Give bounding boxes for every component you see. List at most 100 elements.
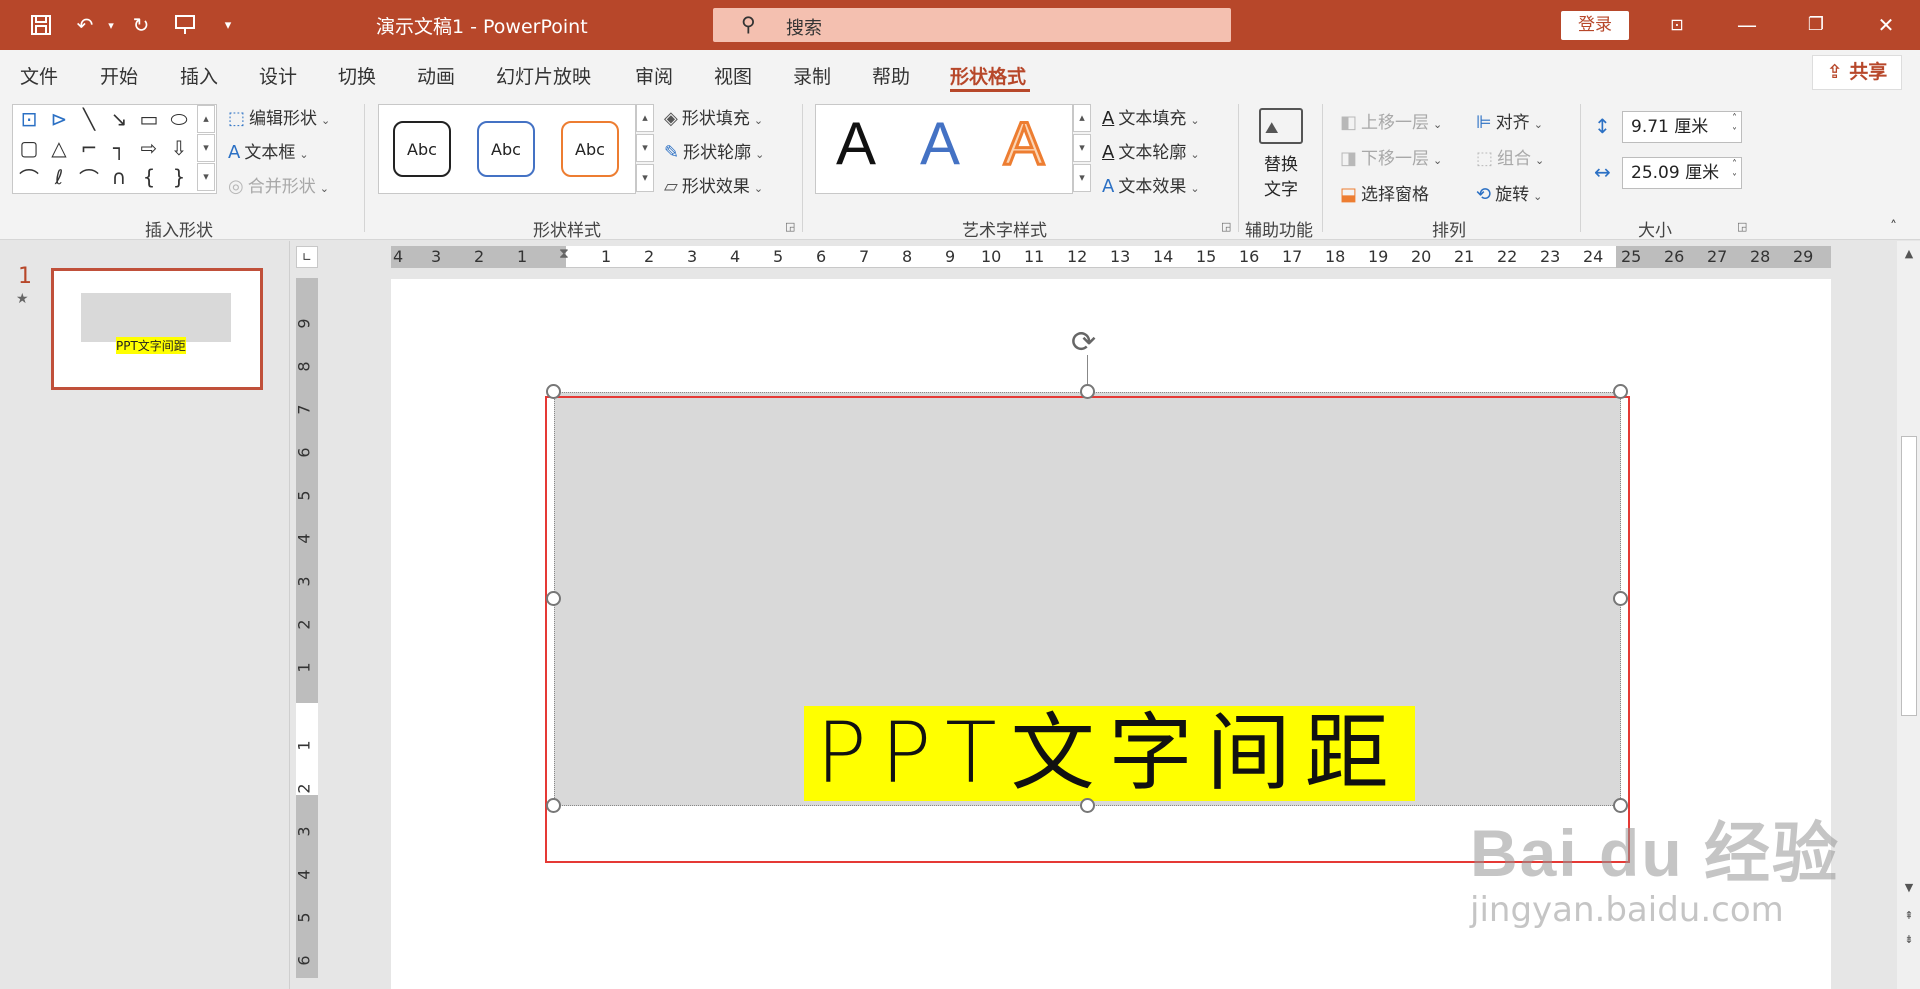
- search-input[interactable]: ⚲ 搜索: [713, 8, 1231, 42]
- customize-icon[interactable]: ▾: [213, 10, 243, 40]
- right-arrow-shape-icon[interactable]: ⇨: [135, 135, 163, 161]
- tab-review[interactable]: 审阅: [635, 62, 673, 89]
- share-button[interactable]: ⇪ 共享: [1812, 55, 1902, 90]
- rotate-button[interactable]: ⟲ 旋转 ⌄: [1476, 180, 1542, 205]
- close-icon[interactable]: ✕: [1866, 9, 1906, 41]
- rounded-rectangle-shape-icon[interactable]: ▢: [15, 135, 43, 161]
- resize-handle-bottom-left[interactable]: [546, 798, 561, 813]
- shape-style-sample-1[interactable]: Abc: [393, 121, 451, 177]
- shape-outline-button[interactable]: ✎ 形状轮廓 ⌄: [664, 138, 764, 163]
- ribbon-display-icon[interactable]: ⊡: [1657, 9, 1697, 41]
- line-shape-icon[interactable]: ╲: [75, 106, 103, 132]
- arc-shape-icon[interactable]: ⌒: [75, 164, 103, 191]
- shapes-scroll-up-icon[interactable]: ▴: [197, 105, 215, 133]
- tab-animations[interactable]: 动画: [417, 62, 455, 89]
- scroll-up-icon[interactable]: ▲: [1900, 247, 1918, 260]
- shapes-more-icon[interactable]: ▾: [197, 163, 215, 191]
- resize-handle-bottom[interactable]: [1080, 798, 1095, 813]
- wordart-sample-black[interactable]: A: [836, 109, 876, 178]
- wordart-gallery[interactable]: A A A: [815, 104, 1073, 194]
- tab-record[interactable]: 录制: [793, 62, 831, 89]
- wordart-scroll-down-icon[interactable]: ▾: [1073, 134, 1091, 162]
- scroll-down-icon[interactable]: ▼: [1900, 881, 1918, 894]
- text-outline-button[interactable]: A 文本轮廓 ⌄: [1102, 138, 1200, 163]
- styles-scroll-up-icon[interactable]: ▴: [636, 104, 654, 132]
- vertical-scrollbar[interactable]: ▲ ▼ ⇞ ⇟: [1897, 241, 1920, 989]
- triangle-shape-icon[interactable]: △: [45, 135, 73, 161]
- freeform-shape-icon[interactable]: ⌒: [15, 164, 43, 191]
- rectangle-shape-icon[interactable]: ▭: [135, 106, 163, 132]
- text-box-button[interactable]: A 文本框 ⌄: [228, 138, 309, 163]
- align-button[interactable]: ⊫ 对齐 ⌄: [1476, 108, 1543, 133]
- shapes-gallery[interactable]: ⊡ ⊳ ╲ ↘ ▭ ⬭ ▢ △ ⌐ ┐ ⇨ ⇩ ⌒ ℓ ⌒ ∩ { } ▴ ▾ …: [12, 104, 217, 194]
- save-icon[interactable]: [26, 10, 56, 40]
- text-fill-button[interactable]: A 文本填充 ⌄: [1102, 104, 1200, 129]
- present-icon[interactable]: [170, 10, 200, 40]
- merge-shapes-button[interactable]: ◎ 合并形状 ⌄: [228, 172, 329, 197]
- undo-dropdown-icon[interactable]: ▾: [96, 10, 126, 40]
- slide-thumbnail[interactable]: PPT文字间距: [51, 268, 263, 390]
- group-button[interactable]: ⬚ 组合 ⌄: [1476, 144, 1544, 169]
- indent-marker-icon[interactable]: ⧗: [559, 246, 569, 262]
- tab-slideshow[interactable]: 幻灯片放映: [496, 62, 591, 89]
- size-launcher-icon[interactable]: ◲: [1737, 220, 1747, 233]
- wordart-sample-blue[interactable]: A: [920, 109, 960, 178]
- tab-help[interactable]: 帮助: [872, 62, 910, 89]
- styles-more-icon[interactable]: ▾: [636, 164, 654, 192]
- previous-slide-icon[interactable]: ⇞: [1900, 909, 1918, 922]
- right-brace-shape-icon[interactable]: }: [165, 164, 193, 190]
- resize-handle-top-right[interactable]: [1613, 384, 1628, 399]
- resize-handle-top-left[interactable]: [546, 384, 561, 399]
- shape-effects-button[interactable]: ▱ 形状效果 ⌄: [664, 172, 763, 197]
- tab-design[interactable]: 设计: [259, 62, 297, 89]
- resize-handle-right[interactable]: [1613, 591, 1628, 606]
- minimize-icon[interactable]: —: [1727, 9, 1767, 41]
- vertical-textbox-shape-icon[interactable]: ⊳: [45, 106, 73, 132]
- height-field[interactable]: 9.71 厘米 ˄ ˅: [1622, 111, 1742, 143]
- shape-style-sample-2[interactable]: Abc: [477, 121, 535, 177]
- wordart-launcher-icon[interactable]: ◲: [1221, 220, 1231, 233]
- tab-insert[interactable]: 插入: [180, 62, 218, 89]
- shape-style-sample-3[interactable]: Abc: [561, 121, 619, 177]
- width-spinner-icon[interactable]: ˄ ˅: [1732, 158, 1737, 186]
- shape-fill-button[interactable]: ◈ 形状填充 ⌄: [664, 104, 763, 129]
- next-slide-icon[interactable]: ⇟: [1900, 933, 1918, 946]
- arrow-line-shape-icon[interactable]: ↘: [105, 106, 133, 132]
- curve-shape-icon[interactable]: ∩: [105, 164, 133, 190]
- redo-icon[interactable]: ↻: [126, 10, 156, 40]
- shapes-scroll-down-icon[interactable]: ▾: [197, 134, 215, 162]
- rotate-handle-icon[interactable]: ⟳: [1071, 325, 1096, 360]
- left-brace-shape-icon[interactable]: {: [135, 164, 163, 190]
- alt-text-button[interactable]: ⛰ 替换 文字: [1256, 104, 1306, 204]
- oval-shape-icon[interactable]: ⬭: [165, 106, 193, 132]
- slide-text-box[interactable]: PPT文字间距: [804, 706, 1415, 801]
- resize-handle-left[interactable]: [546, 591, 561, 606]
- height-spinner-icon[interactable]: ˄ ˅: [1732, 112, 1737, 140]
- selection-pane-button[interactable]: ⬓ 选择窗格: [1340, 180, 1429, 205]
- wordart-sample-orange[interactable]: A: [1002, 109, 1045, 179]
- textbox-shape-icon[interactable]: ⊡: [15, 106, 43, 132]
- collapse-ribbon-icon[interactable]: ˄: [1890, 219, 1897, 235]
- tab-file[interactable]: 文件: [20, 62, 58, 89]
- tab-view[interactable]: 视图: [714, 62, 752, 89]
- shape-styles-launcher-icon[interactable]: ◲: [785, 220, 795, 233]
- send-backward-button[interactable]: ◨ 下移一层 ⌄: [1340, 144, 1442, 169]
- wordart-more-icon[interactable]: ▾: [1073, 164, 1091, 192]
- elbow-connector-shape-icon[interactable]: ⌐: [75, 135, 103, 161]
- login-button[interactable]: 登录: [1561, 11, 1629, 40]
- text-effects-button[interactable]: A 文本效果 ⌄: [1102, 172, 1200, 197]
- tab-home[interactable]: 开始: [100, 62, 138, 89]
- scrollbar-thumb[interactable]: [1901, 436, 1917, 716]
- width-field[interactable]: 25.09 厘米 ˄ ˅: [1622, 157, 1742, 189]
- tab-transitions[interactable]: 切换: [338, 62, 376, 89]
- tab-shape-format[interactable]: 形状格式: [950, 62, 1026, 89]
- down-arrow-shape-icon[interactable]: ⇩: [165, 135, 193, 161]
- wordart-scroll-up-icon[interactable]: ▴: [1073, 104, 1091, 132]
- elbow-arrow-shape-icon[interactable]: ┐: [105, 135, 133, 161]
- edit-shape-button[interactable]: ⬚ 编辑形状 ⌄: [228, 104, 330, 129]
- styles-scroll-down-icon[interactable]: ▾: [636, 134, 654, 162]
- resize-handle-top[interactable]: [1080, 384, 1095, 399]
- scribble-shape-icon[interactable]: ℓ: [45, 164, 73, 190]
- bring-forward-button[interactable]: ◧ 上移一层 ⌄: [1340, 108, 1442, 133]
- tab-stop-selector-icon[interactable]: ∟: [296, 246, 318, 268]
